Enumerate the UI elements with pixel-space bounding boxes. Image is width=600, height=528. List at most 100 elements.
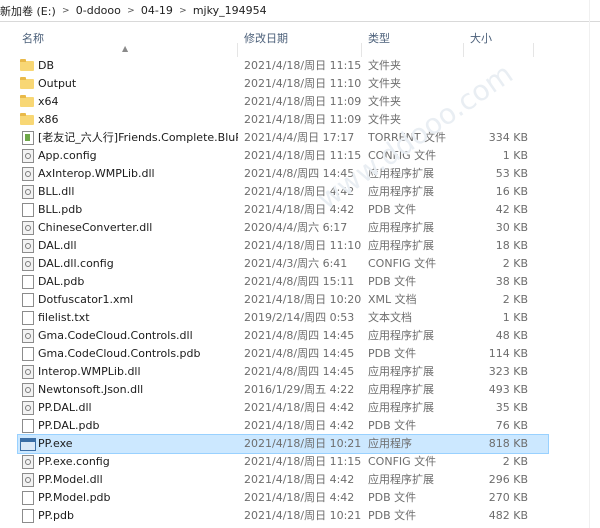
file-row[interactable]: PP.pdb 2021/4/18/周日 10:21 PDB 文件 482 KB [18, 507, 548, 525]
file-row[interactable]: x64 2021/4/18/周日 11:09 文件夹 [18, 93, 548, 111]
file-type: 应用程序扩展 [368, 473, 434, 486]
chevron-right-icon[interactable]: > [121, 6, 141, 16]
file-name: ChineseConverter.dll [38, 221, 153, 234]
file-date: 2021/4/4/周日 17:17 [244, 131, 355, 144]
file-type: 应用程序扩展 [368, 185, 434, 198]
file-type: 应用程序扩展 [368, 329, 434, 342]
file-name: PP.DAL.pdb [38, 419, 100, 432]
breadcrumb-item-folder1[interactable]: 0-ddooo [76, 4, 121, 17]
address-bar[interactable]: 新加卷 (E:) > 0-ddooo > 04-19 > mjky_194954 [0, 0, 600, 22]
dll-file-icon [22, 365, 34, 379]
file-name: x64 [38, 95, 59, 108]
file-type: 文件夹 [368, 95, 401, 108]
column-size-header[interactable]: 大小 [470, 21, 492, 57]
file-name: Output [38, 77, 77, 90]
torrent-file-icon [22, 131, 34, 145]
file-row[interactable]: Gma.CodeCloud.Controls.dll 2021/4/8/周四 14… [18, 327, 548, 345]
file-icon [22, 509, 34, 523]
file-row[interactable]: Gma.CodeCloud.Controls.pdb 2021/4/8/周四 14… [18, 345, 548, 363]
breadcrumb: 新加卷 (E:) > 0-ddooo > 04-19 > mjky_194954 [0, 0, 267, 21]
file-icon [22, 347, 34, 361]
file-row[interactable]: Newtonsoft.Json.dll 2016/1/29/周五 4:22 应用程序… [18, 381, 548, 399]
chevron-right-icon[interactable]: > [173, 6, 193, 16]
file-row[interactable]: filelist.txt 2019/2/14/周四 0:53 文本文档 1 KB [18, 309, 548, 327]
folder-icon [20, 95, 34, 107]
file-name: PP.exe.config [38, 455, 110, 468]
file-type: 应用程序扩展 [368, 383, 434, 396]
dll-file-icon [22, 329, 34, 343]
file-date: 2021/4/8/周四 14:45 [244, 365, 355, 378]
file-icon [22, 311, 34, 325]
file-name: DAL.dll.config [38, 257, 114, 270]
file-row[interactable]: Output 2021/4/18/周日 11:10 文件夹 [18, 75, 548, 93]
file-list: DB 2021/4/18/周日 11:15 文件夹 Output 2021/4/18/周… [0, 57, 600, 525]
file-name: App.config [38, 149, 97, 162]
file-row[interactable]: PP.DAL.dll 2021/4/18/周日 4:42 应用程序扩展 35 KB [18, 399, 548, 417]
file-row[interactable]: DAL.dll.config 2021/4/3/周六 6:41 CONFIG 文件 2… [18, 255, 548, 273]
file-name: Dotfuscator1.xml [38, 293, 134, 306]
file-date: 2021/4/18/周日 10:20 [244, 293, 362, 306]
file-icon [22, 491, 34, 505]
file-type: 文本文档 [368, 311, 412, 324]
file-name: BLL.pdb [38, 203, 83, 216]
column-divider[interactable] [361, 43, 362, 57]
file-row[interactable]: AxInterop.WMPLib.dll 2021/4/8/周四 14:45 应用程… [18, 165, 548, 183]
file-size: 2 KB [502, 455, 528, 468]
scrollbar-track[interactable] [589, 0, 590, 528]
column-divider[interactable] [463, 43, 464, 57]
file-name: PP.Model.dll [38, 473, 103, 486]
folder-icon [20, 113, 34, 125]
file-date: 2021/4/18/周日 11:15 [244, 59, 362, 72]
file-date: 2021/4/18/周日 11:10 [244, 77, 362, 90]
file-size: 48 KB [495, 329, 528, 342]
folder-icon [20, 59, 34, 71]
file-date: 2021/4/18/周日 11:15 [244, 149, 362, 162]
file-row[interactable]: PP.exe 2021/4/18/周日 10:21 应用程序 818 KB [17, 434, 549, 454]
file-date: 2021/4/8/周四 14:45 [244, 167, 355, 180]
file-row[interactable]: Dotfuscator1.xml 2021/4/18/周日 10:20 XML 文档… [18, 291, 548, 309]
file-row[interactable]: BLL.pdb 2021/4/18/周日 4:42 PDB 文件 42 KB [18, 201, 548, 219]
file-date: 2020/4/4/周六 6:17 [244, 221, 348, 234]
file-date: 2021/4/18/周日 4:42 [244, 185, 355, 198]
file-date: 2021/4/18/周日 11:15 [244, 455, 362, 468]
dll-file-icon [22, 401, 34, 415]
column-type-header[interactable]: 类型 [368, 21, 390, 57]
file-row[interactable]: DAL.pdb 2021/4/8/周四 15:11 PDB 文件 38 KB [18, 273, 548, 291]
file-row[interactable]: PP.DAL.pdb 2021/4/18/周日 4:42 PDB 文件 76 KB [18, 417, 548, 435]
file-row[interactable]: ChineseConverter.dll 2020/4/4/周六 6:17 应用程序… [18, 219, 548, 237]
breadcrumb-item-current[interactable]: mjky_194954 [193, 4, 267, 17]
chevron-right-icon[interactable]: > [56, 6, 76, 16]
file-row[interactable]: BLL.dll 2021/4/18/周日 4:42 应用程序扩展 16 KB [18, 183, 548, 201]
file-name: PP.DAL.dll [38, 401, 92, 414]
file-name: BLL.dll [38, 185, 75, 198]
file-type: PDB 文件 [368, 275, 417, 288]
file-row[interactable]: DB 2021/4/18/周日 11:15 文件夹 [18, 57, 548, 75]
file-row[interactable]: PP.Model.pdb 2021/4/18/周日 4:42 PDB 文件 270 K… [18, 489, 548, 507]
file-type: 应用程序扩展 [368, 239, 434, 252]
column-date-header[interactable]: 修改日期 [244, 21, 288, 57]
file-row[interactable]: [老友记_六人行]Friends.Complete.BluR... 2021/4/… [18, 129, 548, 147]
file-size: 323 KB [488, 365, 528, 378]
file-name: Newtonsoft.Json.dll [38, 383, 144, 396]
column-divider[interactable] [237, 43, 238, 57]
file-row[interactable]: DAL.dll 2021/4/18/周日 11:10 应用程序扩展 18 KB [18, 237, 548, 255]
dll-file-icon [22, 221, 34, 235]
file-date: 2021/4/18/周日 11:09 [244, 95, 362, 108]
file-size: 818 KB [488, 437, 528, 450]
dll-file-icon [22, 167, 34, 181]
file-size: 270 KB [488, 491, 528, 504]
file-date: 2021/4/18/周日 10:21 [244, 509, 362, 522]
exe-icon [20, 438, 36, 451]
file-date: 2021/4/18/周日 4:42 [244, 473, 355, 486]
file-row[interactable]: PP.Model.dll 2021/4/18/周日 4:42 应用程序扩展 296 K… [18, 471, 548, 489]
file-row[interactable]: Interop.WMPLib.dll 2021/4/8/周四 14:45 应用程序扩… [18, 363, 548, 381]
file-row[interactable]: App.config 2021/4/18/周日 11:15 CONFIG 文件 1 K… [18, 147, 548, 165]
file-size: 493 KB [488, 383, 528, 396]
breadcrumb-item-drive[interactable]: 新加卷 (E:) [0, 3, 56, 19]
breadcrumb-item-folder2[interactable]: 04-19 [141, 4, 173, 17]
column-divider[interactable] [533, 43, 534, 57]
file-row[interactable]: x86 2021/4/18/周日 11:09 文件夹 [18, 111, 548, 129]
file-row[interactable]: PP.exe.config 2021/4/18/周日 11:15 CONFIG 文件… [18, 453, 548, 471]
file-icon [22, 419, 34, 433]
column-name-header[interactable]: 名称 [22, 21, 44, 57]
